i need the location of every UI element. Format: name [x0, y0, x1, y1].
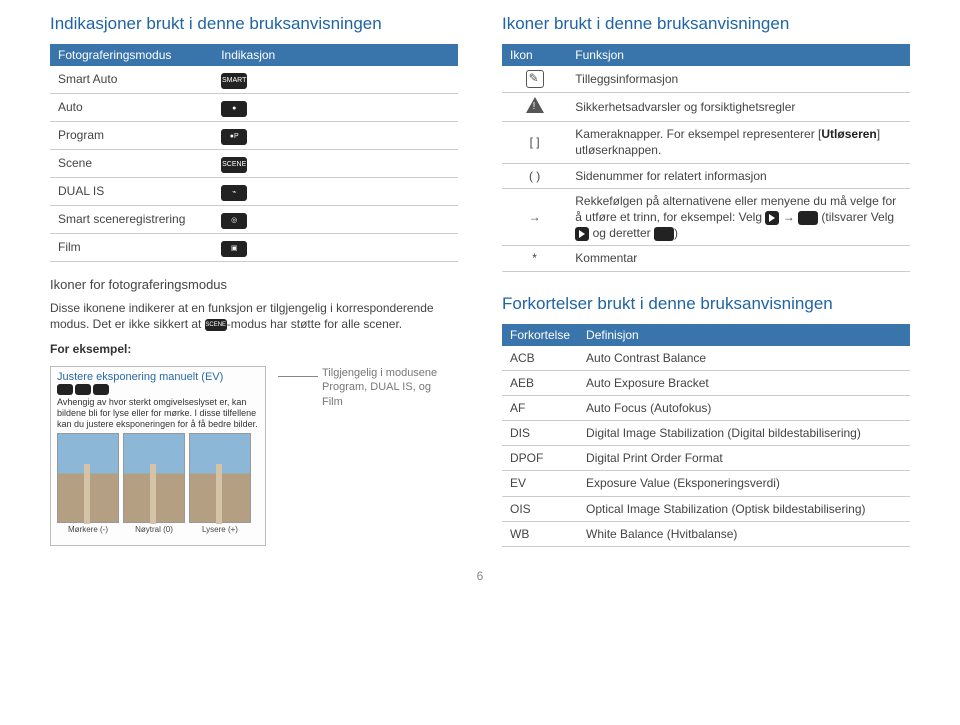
- mini-dualis-icon: [75, 384, 91, 395]
- mode-label: Scene: [50, 150, 213, 178]
- for-example-label: For eksempel:: [50, 341, 458, 358]
- example-body: Avhengig av hvor sterkt omgivelseslyset …: [57, 397, 259, 429]
- abbrev-val: Digital Image Stabilization (Digital bil…: [578, 421, 910, 446]
- example-thumbs: [57, 433, 259, 523]
- abbrev-val: Auto Exposure Bracket: [578, 370, 910, 395]
- func-text: Kameraknapper. For eksempel representere…: [567, 122, 910, 163]
- program-icon: ●P: [221, 129, 247, 145]
- thumb-lighter: [189, 433, 251, 523]
- film-chip-icon: [798, 211, 818, 225]
- abbrev-key: EV: [502, 471, 578, 496]
- example-title: Justere eksponering manuelt (EV): [57, 371, 259, 395]
- abbrev-key: DPOF: [502, 446, 578, 471]
- auto-icon: ●: [221, 101, 247, 117]
- abbrev-table: Forkortelse Definisjon ACBAuto Contrast …: [502, 324, 910, 548]
- thumb-darker: [57, 433, 119, 523]
- film-chip-icon: [654, 227, 674, 241]
- abbrev-val: Optical Image Stabilization (Optisk bild…: [578, 496, 910, 521]
- heading-indications: Indikasjoner brukt i denne bruksanvisnin…: [50, 14, 458, 34]
- brackets-symbol: [ ]: [502, 122, 567, 163]
- abbrev-val: Auto Contrast Balance: [578, 346, 910, 371]
- mode-label: Smart sceneregistrering: [50, 206, 213, 234]
- leader-line: [278, 376, 318, 377]
- mode-icons-desc: Disse ikonene indikerer at en funksjon e…: [50, 300, 458, 334]
- mode-label: Film: [50, 234, 213, 262]
- heading-icons: Ikoner brukt i denne bruksanvisningen: [502, 14, 910, 34]
- th-indication: Indikasjon: [213, 44, 458, 66]
- func-text: Tilleggsinformasjon: [567, 66, 910, 93]
- page-number: 6: [50, 569, 910, 583]
- dual-is-icon: ⌁: [221, 185, 247, 201]
- arrow-chip-icon: [765, 211, 779, 225]
- heading-abbrev: Forkortelser brukt i denne bruksanvisnin…: [502, 294, 910, 314]
- abbrev-val: Auto Focus (Autofokus): [578, 395, 910, 420]
- arrow-chip-icon: [575, 227, 589, 241]
- abbrev-val: Digital Print Order Format: [578, 446, 910, 471]
- abbrev-key: AEB: [502, 370, 578, 395]
- func-text: Sikkerhetsadvarsler og forsiktighetsregl…: [567, 93, 910, 122]
- parens-symbol: ( ): [502, 163, 567, 188]
- th-function: Funksjon: [567, 44, 910, 66]
- abbrev-key: WB: [502, 521, 578, 546]
- mode-label: Auto: [50, 94, 213, 122]
- abbrev-key: ACB: [502, 346, 578, 371]
- abbrev-key: DIS: [502, 421, 578, 446]
- warning-icon: [526, 97, 544, 113]
- mode-label: Program: [50, 122, 213, 150]
- mode-label: Smart Auto: [50, 66, 213, 94]
- func-text: Sidenummer for relatert informasjon: [567, 163, 910, 188]
- th-definition: Definisjon: [578, 324, 910, 346]
- arrow-symbol: →: [502, 188, 567, 246]
- th-abbrev: Forkortelse: [502, 324, 578, 346]
- mode-label: DUAL IS: [50, 178, 213, 206]
- mini-film-icon: [93, 384, 109, 395]
- example-note: Tilgjengelig i modusene Program, DUAL IS…: [322, 366, 452, 409]
- func-text: Rekkefølgen på alternativene eller menye…: [567, 188, 910, 246]
- th-icon: Ikon: [502, 44, 567, 66]
- thumb-labels: Mørkere (-) Nøytral (0) Lysere (+): [57, 525, 259, 534]
- mini-program-icon: [57, 384, 73, 395]
- note-icon: [526, 70, 544, 88]
- smart-auto-icon: SMART: [221, 73, 247, 89]
- th-mode: Fotograferingsmodus: [50, 44, 213, 66]
- thumb-neutral: [123, 433, 185, 523]
- scene-chip-icon: SCENE: [205, 319, 227, 331]
- abbrev-key: OIS: [502, 496, 578, 521]
- func-text: Kommentar: [567, 246, 910, 271]
- smart-scene-icon: ◎: [221, 213, 247, 229]
- scene-icon: SCENE: [221, 157, 247, 173]
- example-panel: Justere eksponering manuelt (EV) Avhengi…: [50, 366, 266, 546]
- abbrev-val: Exposure Value (Eksponeringsverdi): [578, 471, 910, 496]
- abbrev-val: White Balance (Hvitbalanse): [578, 521, 910, 546]
- abbrev-key: AF: [502, 395, 578, 420]
- icons-table: Ikon Funksjon Tilleggsinformasjon Sikker…: [502, 44, 910, 272]
- asterisk-symbol: *: [502, 246, 567, 271]
- heading-mode-icons: Ikoner for fotograferingsmodus: [50, 276, 458, 294]
- film-icon: ▣: [221, 241, 247, 257]
- modes-table: Fotograferingsmodus Indikasjon Smart Aut…: [50, 44, 458, 262]
